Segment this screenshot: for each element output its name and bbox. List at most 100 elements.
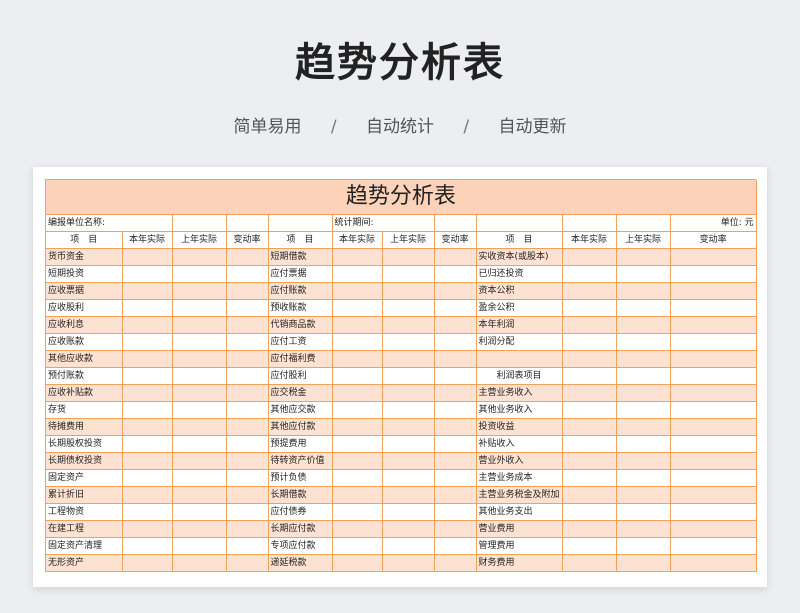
value-cell[interactable] bbox=[382, 367, 435, 385]
value-cell[interactable] bbox=[562, 503, 617, 521]
value-cell[interactable] bbox=[382, 469, 435, 487]
value-cell[interactable] bbox=[382, 265, 435, 283]
value-cell[interactable] bbox=[382, 248, 435, 266]
value-cell[interactable] bbox=[670, 367, 757, 385]
header-cell[interactable]: 上年实际 bbox=[172, 231, 227, 249]
value-cell[interactable] bbox=[382, 520, 435, 538]
value-cell[interactable] bbox=[670, 333, 757, 351]
row-item-label[interactable]: 管理费用 bbox=[476, 537, 563, 555]
row-item-label[interactable]: 主营业务收入 bbox=[476, 384, 563, 402]
value-cell[interactable] bbox=[434, 316, 477, 334]
value-cell[interactable] bbox=[332, 350, 383, 368]
value-cell[interactable] bbox=[616, 486, 671, 504]
value-cell[interactable] bbox=[226, 503, 269, 521]
value-cell[interactable] bbox=[562, 554, 617, 572]
row-item-label[interactable]: 应付债券 bbox=[268, 503, 333, 521]
value-cell[interactable] bbox=[382, 435, 435, 453]
value-cell[interactable] bbox=[226, 299, 269, 317]
header-cell[interactable]: 项 目 bbox=[268, 231, 333, 249]
value-cell[interactable] bbox=[562, 469, 617, 487]
row-item-label[interactable]: 递延税款 bbox=[268, 554, 333, 572]
value-cell[interactable] bbox=[332, 554, 383, 572]
info-cell[interactable] bbox=[616, 214, 671, 232]
row-item-label[interactable]: 主营业务成本 bbox=[476, 469, 563, 487]
value-cell[interactable] bbox=[172, 486, 227, 504]
value-cell[interactable] bbox=[226, 367, 269, 385]
row-item-label[interactable]: 应交税金 bbox=[268, 384, 333, 402]
value-cell[interactable] bbox=[122, 520, 173, 538]
value-cell[interactable] bbox=[434, 435, 477, 453]
value-cell[interactable] bbox=[172, 333, 227, 351]
value-cell[interactable] bbox=[122, 469, 173, 487]
value-cell[interactable] bbox=[616, 469, 671, 487]
row-item-label[interactable]: 代销商品款 bbox=[268, 316, 333, 334]
value-cell[interactable] bbox=[122, 418, 173, 436]
currency-unit[interactable]: 单位: 元 bbox=[670, 214, 757, 232]
value-cell[interactable] bbox=[382, 299, 435, 317]
value-cell[interactable] bbox=[332, 265, 383, 283]
value-cell[interactable] bbox=[122, 503, 173, 521]
value-cell[interactable] bbox=[670, 299, 757, 317]
row-item-label[interactable]: 其他应收款 bbox=[46, 350, 123, 368]
row-item-label[interactable]: 存货 bbox=[46, 401, 123, 419]
header-cell[interactable]: 上年实际 bbox=[382, 231, 435, 249]
info-cell[interactable] bbox=[562, 214, 617, 232]
value-cell[interactable] bbox=[434, 401, 477, 419]
value-cell[interactable] bbox=[172, 248, 227, 266]
value-cell[interactable] bbox=[172, 299, 227, 317]
value-cell[interactable] bbox=[122, 333, 173, 351]
value-cell[interactable] bbox=[670, 486, 757, 504]
value-cell[interactable] bbox=[562, 299, 617, 317]
row-item-label[interactable]: 盈余公积 bbox=[476, 299, 563, 317]
row-item-label[interactable]: 待转资产价值 bbox=[268, 452, 333, 470]
row-item-label[interactable]: 累计折旧 bbox=[46, 486, 123, 504]
value-cell[interactable] bbox=[226, 333, 269, 351]
value-cell[interactable] bbox=[616, 384, 671, 402]
row-item-label[interactable]: 待摊费用 bbox=[46, 418, 123, 436]
value-cell[interactable] bbox=[616, 503, 671, 521]
row-item-label[interactable]: 短期投资 bbox=[46, 265, 123, 283]
value-cell[interactable] bbox=[172, 452, 227, 470]
value-cell[interactable] bbox=[616, 435, 671, 453]
row-item-label[interactable]: 固定资产 bbox=[46, 469, 123, 487]
value-cell[interactable] bbox=[382, 350, 435, 368]
row-item-label[interactable]: 应收账款 bbox=[46, 333, 123, 351]
value-cell[interactable] bbox=[332, 469, 383, 487]
value-cell[interactable] bbox=[122, 486, 173, 504]
value-cell[interactable] bbox=[562, 248, 617, 266]
value-cell[interactable] bbox=[670, 350, 757, 368]
value-cell[interactable] bbox=[172, 520, 227, 538]
value-cell[interactable] bbox=[122, 384, 173, 402]
value-cell[interactable] bbox=[332, 367, 383, 385]
row-item-label[interactable]: 本年利润 bbox=[476, 316, 563, 334]
header-cell[interactable]: 变动率 bbox=[226, 231, 269, 249]
value-cell[interactable] bbox=[382, 452, 435, 470]
info-cell[interactable] bbox=[226, 214, 269, 232]
row-item-label[interactable]: 应付股利 bbox=[268, 367, 333, 385]
info-cell[interactable] bbox=[476, 214, 563, 232]
value-cell[interactable] bbox=[434, 520, 477, 538]
value-cell[interactable] bbox=[332, 486, 383, 504]
value-cell[interactable] bbox=[122, 554, 173, 572]
value-cell[interactable] bbox=[122, 350, 173, 368]
row-item-label[interactable] bbox=[476, 350, 563, 368]
value-cell[interactable] bbox=[434, 554, 477, 572]
row-item-label[interactable]: 专项应付款 bbox=[268, 537, 333, 555]
value-cell[interactable] bbox=[122, 435, 173, 453]
header-cell[interactable]: 本年实际 bbox=[122, 231, 173, 249]
value-cell[interactable] bbox=[562, 265, 617, 283]
value-cell[interactable] bbox=[562, 452, 617, 470]
value-cell[interactable] bbox=[562, 537, 617, 555]
row-item-label[interactable]: 主营业务税金及附加 bbox=[476, 486, 563, 504]
value-cell[interactable] bbox=[434, 333, 477, 351]
value-cell[interactable] bbox=[562, 435, 617, 453]
value-cell[interactable] bbox=[670, 435, 757, 453]
value-cell[interactable] bbox=[434, 367, 477, 385]
value-cell[interactable] bbox=[226, 469, 269, 487]
row-item-label[interactable]: 预付账款 bbox=[46, 367, 123, 385]
value-cell[interactable] bbox=[382, 316, 435, 334]
value-cell[interactable] bbox=[332, 418, 383, 436]
value-cell[interactable] bbox=[434, 469, 477, 487]
value-cell[interactable] bbox=[122, 265, 173, 283]
value-cell[interactable] bbox=[172, 265, 227, 283]
